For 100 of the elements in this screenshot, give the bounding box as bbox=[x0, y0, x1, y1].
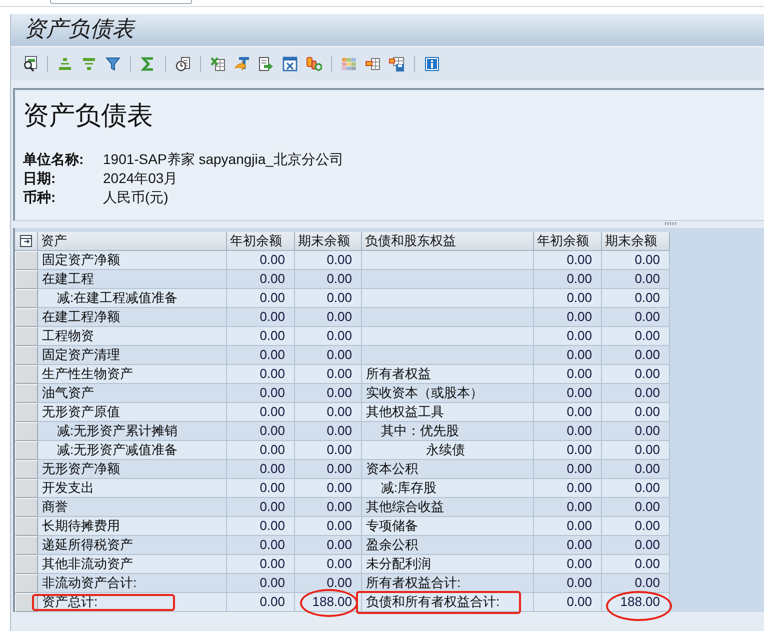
table-cell: 0.00 bbox=[534, 441, 602, 460]
table-cell: 0.00 bbox=[227, 479, 295, 498]
row-selector[interactable] bbox=[15, 555, 38, 574]
table-cell: 0.00 bbox=[534, 555, 602, 574]
table-cell: 0.00 bbox=[602, 479, 670, 498]
column-header[interactable]: 期末余额 bbox=[602, 232, 670, 251]
table-cell: 其他权益工具 bbox=[362, 403, 534, 422]
table-cell: 非流动资产合计: bbox=[38, 574, 227, 593]
input-field[interactable] bbox=[50, 0, 192, 4]
filter-icon bbox=[105, 56, 121, 72]
table-cell: 资本公积 bbox=[362, 460, 534, 479]
table-cell: 0.00 bbox=[602, 251, 670, 270]
column-header[interactable]: 资产 bbox=[38, 232, 227, 251]
report-title: 资产负债表 bbox=[23, 99, 153, 131]
table-cell: 0.00 bbox=[534, 384, 602, 403]
table-cell: 0.00 bbox=[295, 365, 362, 384]
table-layout-icon bbox=[365, 56, 381, 72]
table-cell: 0.00 bbox=[602, 289, 670, 308]
row-selector[interactable] bbox=[15, 403, 38, 422]
table-cell: 188.00 bbox=[295, 593, 362, 612]
table-cell: 所有者权益合计: bbox=[362, 574, 534, 593]
row-selector[interactable] bbox=[15, 270, 38, 289]
select-all-button[interactable] bbox=[15, 232, 38, 251]
row-selector[interactable] bbox=[15, 593, 38, 612]
table-cell: 0.00 bbox=[227, 574, 295, 593]
table-cell: 0.00 bbox=[534, 498, 602, 517]
row-selector[interactable] bbox=[15, 346, 38, 365]
table-cell: 0.00 bbox=[602, 517, 670, 536]
table-cell: 其他综合收益 bbox=[362, 498, 534, 517]
table-cell: 减:在建工程减值准备 bbox=[38, 289, 227, 308]
table-cell: 0.00 bbox=[534, 574, 602, 593]
document-clock-icon bbox=[175, 56, 191, 72]
table-cell: 工程物资 bbox=[38, 327, 227, 346]
spreadsheet-icon bbox=[210, 56, 226, 72]
table-cell: 0.00 bbox=[227, 460, 295, 479]
row-selector[interactable] bbox=[15, 289, 38, 308]
table-cell: 专项储备 bbox=[362, 517, 534, 536]
table-cell: 0.00 bbox=[534, 346, 602, 365]
row-selector[interactable] bbox=[15, 536, 38, 555]
field-label: 单位名称: bbox=[23, 150, 84, 169]
table-cell: 0.00 bbox=[602, 422, 670, 441]
row-selector[interactable] bbox=[15, 365, 38, 384]
table-cell: 0.00 bbox=[602, 403, 670, 422]
row-selector[interactable] bbox=[15, 517, 38, 536]
row-selector[interactable] bbox=[15, 327, 38, 346]
table-cell: 商誉 bbox=[38, 498, 227, 517]
table-cell: 0.00 bbox=[295, 555, 362, 574]
field-value: 人民币(元) bbox=[103, 188, 168, 207]
table-cell: 所有者权益 bbox=[362, 365, 534, 384]
table-cell: 盈余公积 bbox=[362, 536, 534, 555]
table-cell: 0.00 bbox=[602, 327, 670, 346]
table-cell: 0.00 bbox=[534, 422, 602, 441]
table-cell: 0.00 bbox=[295, 574, 362, 593]
table-cell: 0.00 bbox=[295, 403, 362, 422]
splitter-handle-icon[interactable] bbox=[665, 222, 677, 225]
table-cell: 0.00 bbox=[534, 251, 602, 270]
table-cell: 0.00 bbox=[534, 479, 602, 498]
table-cell: 0.00 bbox=[227, 270, 295, 289]
table-cell: 0.00 bbox=[602, 384, 670, 403]
field-value: 2024年03月 bbox=[103, 169, 178, 188]
column-header[interactable]: 负债和股东权益 bbox=[362, 232, 534, 251]
table-cell: 0.00 bbox=[534, 460, 602, 479]
table-cell: 0.00 bbox=[227, 346, 295, 365]
table-cell: 0.00 bbox=[602, 460, 670, 479]
table-cell: 实收资本（或股本） bbox=[362, 384, 534, 403]
table-cell: 0.00 bbox=[534, 593, 602, 612]
row-selector[interactable] bbox=[15, 460, 38, 479]
table-cell: 0.00 bbox=[227, 593, 295, 612]
table-cell: 负债和所有者权益合计: bbox=[362, 593, 534, 612]
row-selector[interactable] bbox=[15, 479, 38, 498]
table-cell: 0.00 bbox=[602, 270, 670, 289]
row-selector[interactable] bbox=[15, 384, 38, 403]
column-header[interactable]: 年初余额 bbox=[534, 232, 602, 251]
text-arrow-icon bbox=[234, 56, 250, 72]
table-cell: 0.00 bbox=[227, 517, 295, 536]
row-selector[interactable] bbox=[15, 441, 38, 460]
sort-descending-icon bbox=[81, 56, 97, 72]
table-cell: 其中：优先股 bbox=[362, 422, 534, 441]
table-cell: 0.00 bbox=[295, 517, 362, 536]
row-selector[interactable] bbox=[15, 498, 38, 517]
window-title: 资产负债表 bbox=[24, 17, 134, 43]
table-cell: 0.00 bbox=[295, 251, 362, 270]
table-cell: 减:无形资产减值准备 bbox=[38, 441, 227, 460]
table-cell: 无形资产原值 bbox=[38, 403, 227, 422]
export-icon bbox=[258, 56, 274, 72]
table-cell: 0.00 bbox=[602, 555, 670, 574]
table-cell: 0.00 bbox=[295, 422, 362, 441]
row-selector[interactable] bbox=[15, 574, 38, 593]
table-cell: 0.00 bbox=[534, 327, 602, 346]
grid-icon bbox=[341, 56, 357, 72]
table-cell: 0.00 bbox=[295, 536, 362, 555]
row-selector[interactable] bbox=[15, 422, 38, 441]
table-cell: 0.00 bbox=[295, 289, 362, 308]
column-header[interactable]: 期末余额 bbox=[295, 232, 362, 251]
column-header[interactable]: 年初余额 bbox=[227, 232, 295, 251]
table-cell: 永续债 bbox=[362, 441, 534, 460]
row-selector[interactable] bbox=[15, 308, 38, 327]
table-cell: 0.00 bbox=[602, 498, 670, 517]
table-cell: 固定资产清理 bbox=[38, 346, 227, 365]
print-preview-icon bbox=[282, 56, 298, 72]
